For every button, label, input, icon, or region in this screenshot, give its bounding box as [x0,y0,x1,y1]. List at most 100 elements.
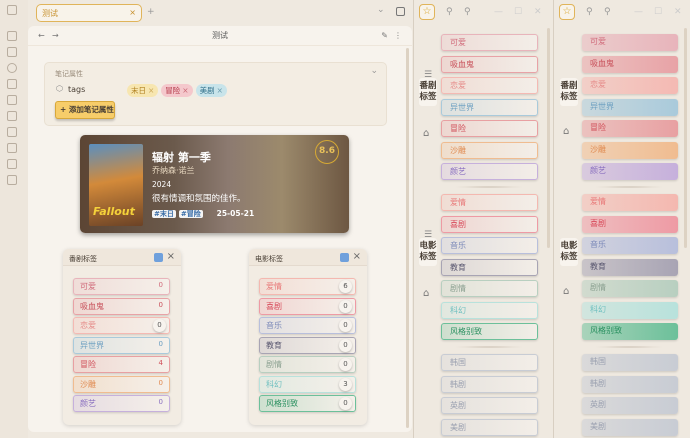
sidebar-tag-button[interactable]: 爱情 [582,194,678,211]
sidebar-tag-button[interactable]: 可爱 [582,34,678,51]
sidebar-tag-button[interactable]: 喜剧 [582,216,678,233]
right-sidebar-toggle-icon[interactable] [396,7,405,16]
tag-row[interactable]: 喜剧0 [259,298,356,315]
scrollbar[interactable] [547,28,550,248]
tag-row[interactable]: 爱情6 [259,278,356,295]
sidebar-tag-button[interactable]: 风格别致 [441,323,538,340]
sidebar-tag-button[interactable]: 科幻 [582,302,678,319]
sidebar-tag-button[interactable]: 美剧 [582,419,678,436]
add-person-icon[interactable]: ⚲ [464,7,471,17]
tag-remove-icon[interactable]: × [182,86,188,95]
ribbon-file-icon[interactable] [7,175,17,185]
ribbon-calendar-icon[interactable] [7,95,17,105]
tag-row[interactable]: 吸血鬼0 [73,298,170,315]
media-card[interactable]: Fallout 辐射 第一季 乔纳森·诺兰 2024 很有情调和氛围的佳作。 #… [80,135,349,233]
ribbon-image-icon[interactable] [7,143,17,153]
back-button[interactable]: ← [38,26,45,46]
tag-row[interactable]: 异世界0 [73,337,170,354]
refresh-icon[interactable] [340,253,349,262]
ribbon-copy-icon[interactable] [7,111,17,121]
tag-row[interactable]: 颜艺0 [73,395,170,412]
sidebar-tag-button[interactable]: 剧情 [582,280,678,297]
ribbon-canvas-icon[interactable] [7,79,17,89]
tag-row[interactable]: 教育0 [259,337,356,354]
sidebar-tag-button[interactable]: 英剧 [582,397,678,414]
home-icon[interactable]: ⌂ [423,128,429,139]
sidebar-tag-button[interactable]: 美剧 [441,419,538,436]
edit-icon[interactable]: ✎ [381,26,388,46]
sidebar-tag-button[interactable]: 韩国 [582,354,678,371]
tab-close-icon[interactable]: × [129,8,136,17]
tag-row[interactable]: 音乐0 [259,317,356,334]
sidebar-tag-button[interactable]: 沙雕 [441,142,538,159]
search-person-icon[interactable]: ⚲ [586,7,593,17]
add-property-button[interactable]: + 添加笔记属性 [55,101,115,119]
refresh-icon[interactable] [154,253,163,262]
maximize-icon[interactable]: ☐ [654,7,662,17]
sidebar-tag-button[interactable]: 科幻 [441,302,538,319]
sidebar-tag-button[interactable]: 颜艺 [441,163,538,180]
maximize-icon[interactable]: ☐ [514,7,522,17]
close-icon[interactable]: × [167,251,175,262]
tag-chip[interactable]: 冒险× [161,84,192,97]
tag-remove-icon[interactable]: × [148,86,154,95]
sidebar-tag-button[interactable]: 沙雕 [582,142,678,159]
tag-remove-icon[interactable]: × [217,86,223,95]
ribbon-terminal-icon[interactable] [7,127,17,137]
ribbon-graph-icon[interactable] [7,63,17,73]
sidebar-tag-button[interactable]: 冒险 [441,120,538,137]
minimize-icon[interactable]: — [494,7,503,17]
home-icon[interactable]: ⌂ [563,286,569,297]
tag-chip[interactable]: 末日× [127,84,158,97]
sidebar-tag-button[interactable]: 吸血鬼 [441,56,538,73]
vertical-tab-group2[interactable]: 电影标签 [419,238,437,266]
sidebar-tag-button[interactable]: 恋爱 [582,77,678,94]
collapse-chevron-icon[interactable]: ⌄ [370,66,378,76]
vertical-tab-group2[interactable]: 电影标签 [560,238,578,266]
ribbon-search-icon[interactable] [7,47,17,57]
sidebar-tag-button[interactable]: 教育 [582,259,678,276]
scrollbar[interactable] [684,28,687,248]
scrollbar[interactable] [406,48,409,428]
tab-test[interactable]: 测试× [36,4,142,22]
tab-list-chevron-icon[interactable]: ⌄ [377,5,385,15]
sidebar-tag-button[interactable]: 颜艺 [582,163,678,180]
sidebar-tag-button[interactable]: 冒险 [582,120,678,137]
sidebar-tag-button[interactable]: 风格别致 [582,323,678,340]
home-icon[interactable]: ⌂ [563,126,569,137]
sidebar-tag-button[interactable]: 教育 [441,259,538,276]
card-tag[interactable]: #末日 [152,210,176,218]
tag-row[interactable]: 沙雕0 [73,376,170,393]
home-icon[interactable]: ⌂ [423,288,429,299]
vertical-tab-group1[interactable]: 番剧标签 [419,78,437,106]
sidebar-tag-button[interactable]: 异世界 [582,99,678,116]
tag-row[interactable]: 冒险4 [73,356,170,373]
forward-button[interactable]: → [52,26,59,46]
ribbon-grid-icon[interactable] [7,31,17,41]
sidebar-tag-button[interactable]: 韩剧 [441,376,538,393]
sidebar-tag-button[interactable]: 异世界 [441,99,538,116]
sidebar-tag-button[interactable]: 音乐 [582,237,678,254]
window-close-icon[interactable]: ✕ [674,7,682,17]
tag-chip[interactable]: 美剧× [196,84,227,97]
more-options-icon[interactable]: ⋮ [394,26,402,46]
window-close-icon[interactable]: ✕ [534,7,542,17]
minimize-icon[interactable]: — [634,7,643,17]
sidebar-tag-button[interactable]: 可爱 [441,34,538,51]
card-tag[interactable]: #冒险 [179,210,203,218]
tag-row[interactable]: 风格别致0 [259,395,356,412]
sidebar-tag-button[interactable]: 喜剧 [441,216,538,233]
star-icon[interactable]: ☆ [419,4,435,20]
sidebar-tag-button[interactable]: 恋爱 [441,77,538,94]
sidebar-tag-button[interactable]: 音乐 [441,237,538,254]
ribbon-pen-icon[interactable] [7,159,17,169]
sidebar-tag-button[interactable]: 剧情 [441,280,538,297]
close-icon[interactable]: × [353,251,361,262]
tag-row[interactable]: 恋爱0 [73,317,170,334]
vertical-tab-group1[interactable]: 番剧标签 [560,78,578,106]
sidebar-tag-button[interactable]: 吸血鬼 [582,56,678,73]
new-tab-button[interactable]: + [147,7,155,17]
star-icon[interactable]: ☆ [559,4,575,20]
sidebar-tag-button[interactable]: 英剧 [441,397,538,414]
tag-row[interactable]: 可爱0 [73,278,170,295]
